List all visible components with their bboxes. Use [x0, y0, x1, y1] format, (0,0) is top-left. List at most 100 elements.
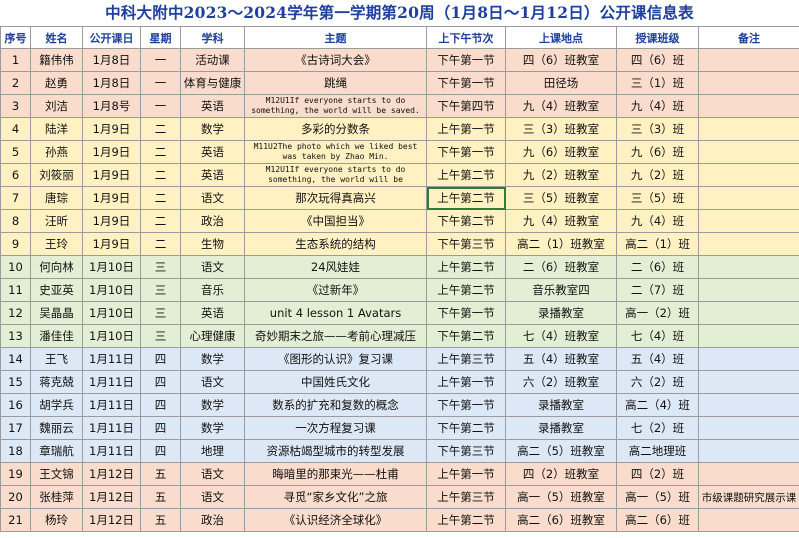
cell-topic[interactable]: M12U1If everyone starts to do something,… — [244, 94, 427, 118]
cell-weekday[interactable]: 三 — [140, 324, 181, 348]
cell-weekday[interactable]: 三 — [140, 255, 181, 279]
cell-weekday[interactable]: 五 — [140, 508, 181, 532]
cell-class[interactable]: 高二（1）班 — [616, 232, 699, 256]
cell-period[interactable]: 下午第三节 — [426, 232, 506, 256]
cell-period[interactable]: 上午第二节 — [426, 255, 506, 279]
header-date[interactable]: 公开课日 — [82, 26, 141, 49]
cell-subject[interactable]: 地理 — [180, 439, 245, 463]
cell-date[interactable]: 1月12日 — [82, 508, 141, 532]
cell-topic[interactable]: 奇妙期末之旅——考前心理减压 — [244, 324, 427, 348]
cell-weekday[interactable]: 五 — [140, 485, 181, 509]
cell-period[interactable]: 下午第二节 — [426, 416, 506, 440]
cell-date[interactable]: 1月9日 — [82, 140, 141, 164]
cell-name[interactable]: 潘佳佳 — [30, 324, 83, 348]
cell-name[interactable]: 唐琮 — [30, 186, 83, 210]
cell-date[interactable]: 1月10日 — [82, 255, 141, 279]
cell-note[interactable] — [698, 209, 799, 233]
cell-note[interactable] — [698, 278, 799, 302]
cell-no[interactable]: 2 — [0, 71, 31, 95]
cell-topic[interactable]: 《过新年》 — [244, 278, 427, 302]
cell-location[interactable]: 田径场 — [505, 71, 617, 95]
cell-subject[interactable]: 心理健康 — [180, 324, 245, 348]
cell-note[interactable] — [698, 71, 799, 95]
cell-subject[interactable]: 数学 — [180, 347, 245, 371]
cell-location[interactable]: 录播教室 — [505, 393, 617, 417]
cell-note[interactable] — [698, 48, 799, 72]
header-class[interactable]: 授课班级 — [616, 26, 699, 49]
cell-period[interactable]: 上午第一节 — [426, 117, 506, 141]
cell-name[interactable]: 章瑞航 — [30, 439, 83, 463]
cell-name[interactable]: 何向林 — [30, 255, 83, 279]
cell-date[interactable]: 1月11日 — [82, 370, 141, 394]
cell-topic[interactable]: 《中国担当》 — [244, 209, 427, 233]
cell-note[interactable] — [698, 462, 799, 486]
cell-date[interactable]: 1月9日 — [82, 209, 141, 233]
cell-period[interactable]: 上午第三节 — [426, 347, 506, 371]
cell-subject[interactable]: 语文 — [180, 485, 245, 509]
cell-class[interactable]: 六（2）班 — [616, 370, 699, 394]
cell-location[interactable]: 高二（1）班教室 — [505, 232, 617, 256]
cell-class[interactable]: 三（3）班 — [616, 117, 699, 141]
cell-name[interactable]: 王飞 — [30, 347, 83, 371]
cell-topic[interactable]: M12U1If everyone starts to do something,… — [244, 163, 427, 187]
cell-location[interactable]: 高二（5）班教室 — [505, 439, 617, 463]
cell-class[interactable]: 高一（2）班 — [616, 301, 699, 325]
cell-class[interactable]: 二（6）班 — [616, 255, 699, 279]
cell-class[interactable]: 七（2）班 — [616, 416, 699, 440]
cell-subject[interactable]: 英语 — [180, 301, 245, 325]
cell-period[interactable]: 下午第一节 — [426, 71, 506, 95]
cell-period[interactable]: 上午第二节 — [426, 163, 506, 187]
cell-period[interactable]: 上午第三节 — [426, 485, 506, 509]
cell-period[interactable]: 下午第一节 — [426, 301, 506, 325]
cell-weekday[interactable]: 五 — [140, 462, 181, 486]
cell-class[interactable]: 九（4）班 — [616, 209, 699, 233]
cell-weekday[interactable]: 二 — [140, 186, 181, 210]
cell-period[interactable]: 上午第一节 — [426, 370, 506, 394]
cell-name[interactable]: 王文锦 — [30, 462, 83, 486]
cell-no[interactable]: 21 — [0, 508, 31, 532]
cell-weekday[interactable]: 一 — [140, 94, 181, 118]
cell-class[interactable]: 七（4）班 — [616, 324, 699, 348]
cell-subject[interactable]: 政治 — [180, 508, 245, 532]
cell-class[interactable]: 四（6）班 — [616, 48, 699, 72]
cell-location[interactable]: 二（6）班教室 — [505, 255, 617, 279]
cell-class[interactable]: 九（6）班 — [616, 140, 699, 164]
cell-subject[interactable]: 语文 — [180, 462, 245, 486]
cell-period[interactable]: 下午第一节 — [426, 140, 506, 164]
cell-topic[interactable]: 晦暗里的那束光——杜甫 — [244, 462, 427, 486]
cell-class[interactable]: 高一（5）班 — [616, 485, 699, 509]
cell-subject[interactable]: 政治 — [180, 209, 245, 233]
cell-date[interactable]: 1月8号 — [82, 94, 141, 118]
cell-topic[interactable]: M11U2The photo which we liked best was t… — [244, 140, 427, 164]
cell-topic[interactable]: 中国姓氏文化 — [244, 370, 427, 394]
cell-weekday[interactable]: 一 — [140, 71, 181, 95]
cell-subject[interactable]: 语文 — [180, 370, 245, 394]
cell-no[interactable]: 17 — [0, 416, 31, 440]
cell-location[interactable]: 六（2）班教室 — [505, 370, 617, 394]
cell-weekday[interactable]: 二 — [140, 232, 181, 256]
cell-period[interactable]: 上午第二节 — [426, 278, 506, 302]
cell-date[interactable]: 1月9日 — [82, 232, 141, 256]
cell-subject[interactable]: 语文 — [180, 255, 245, 279]
cell-no[interactable]: 14 — [0, 347, 31, 371]
cell-date[interactable]: 1月10日 — [82, 324, 141, 348]
cell-name[interactable]: 刘筱丽 — [30, 163, 83, 187]
cell-location[interactable]: 三（3）班教室 — [505, 117, 617, 141]
cell-location[interactable]: 九（6）班教室 — [505, 140, 617, 164]
cell-note[interactable] — [698, 347, 799, 371]
cell-date[interactable]: 1月12日 — [82, 485, 141, 509]
cell-location[interactable]: 九（4）班教室 — [505, 209, 617, 233]
cell-topic[interactable]: 多彩的分数条 — [244, 117, 427, 141]
header-no[interactable]: 序号 — [0, 26, 31, 49]
cell-note[interactable] — [698, 324, 799, 348]
cell-location[interactable]: 七（4）班教室 — [505, 324, 617, 348]
cell-date[interactable]: 1月10日 — [82, 278, 141, 302]
cell-subject[interactable]: 体育与健康 — [180, 71, 245, 95]
cell-note[interactable] — [698, 301, 799, 325]
cell-note[interactable] — [698, 163, 799, 187]
cell-name[interactable]: 吴晶晶 — [30, 301, 83, 325]
cell-topic[interactable]: 寻觅“家乡文化”之旅 — [244, 485, 427, 509]
cell-no[interactable]: 9 — [0, 232, 31, 256]
header-location[interactable]: 上课地点 — [505, 26, 617, 49]
cell-no[interactable]: 1 — [0, 48, 31, 72]
